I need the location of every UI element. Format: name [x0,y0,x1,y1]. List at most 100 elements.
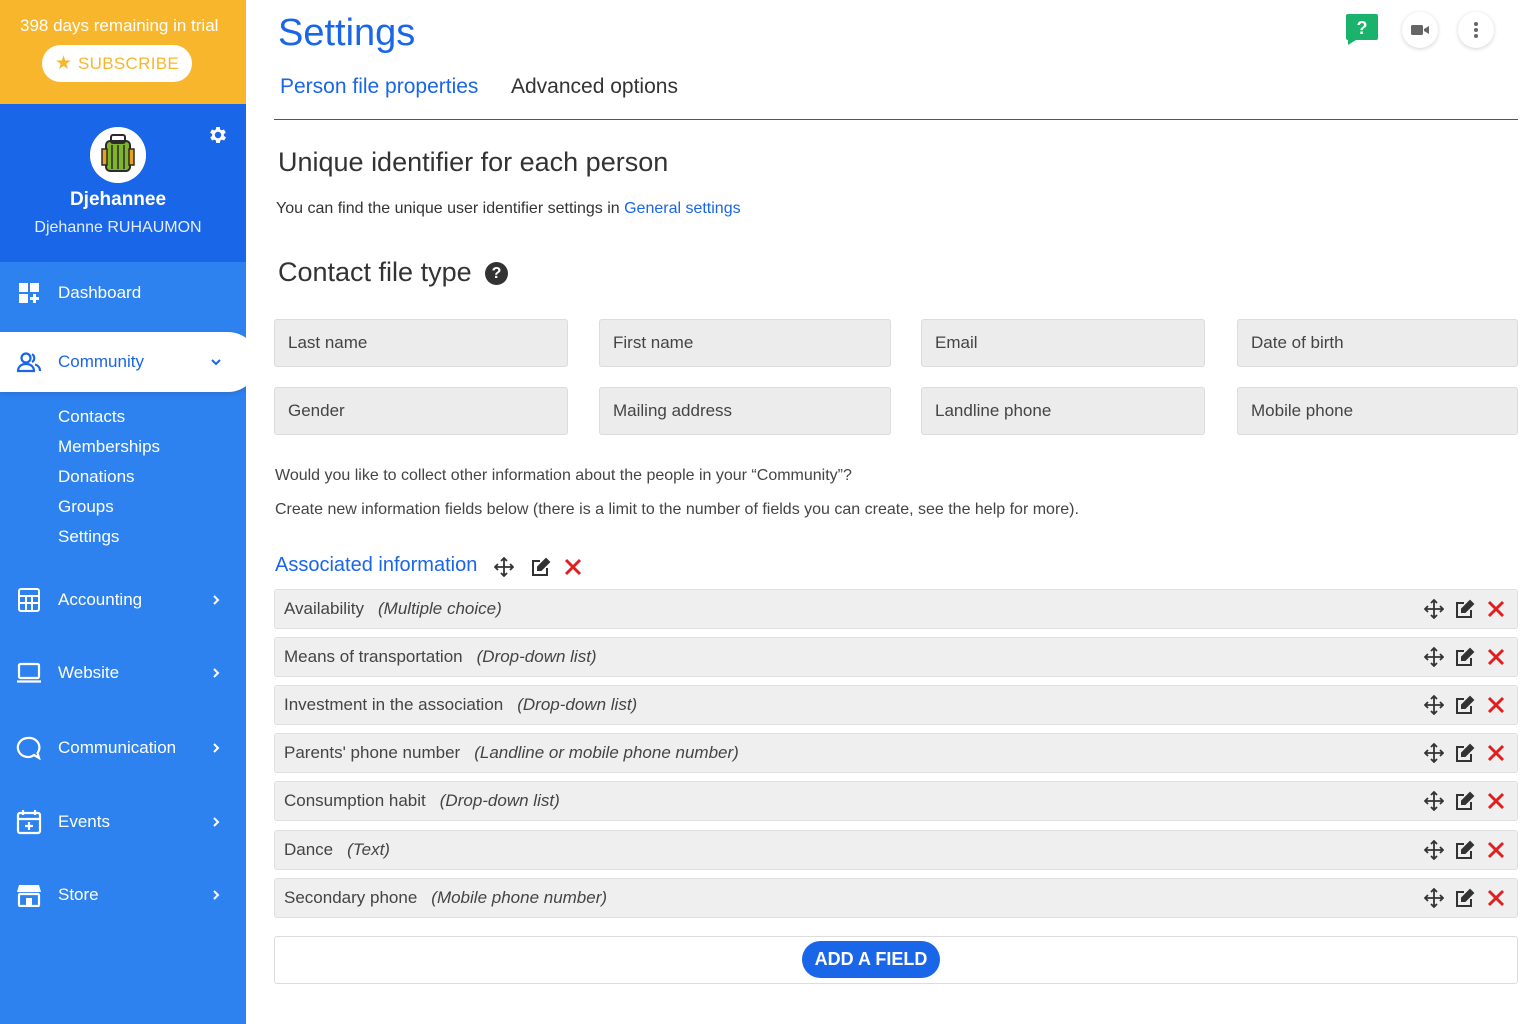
field-name: Secondary phone [284,888,418,907]
associated-field-row[interactable]: Investment in the association (Drop-down … [274,685,1518,725]
tab-advanced-options[interactable]: Advanced options [511,75,678,99]
delete-icon[interactable] [1485,646,1507,668]
field-type: (Mobile phone number) [431,888,608,907]
main-content: Settings ? Person file properties Advanc… [246,0,1536,1024]
star-icon: ★ [55,53,73,74]
nav-sub-groups[interactable]: Groups [58,497,114,517]
edit-icon[interactable] [1454,742,1476,764]
field-name: Consumption habit [284,791,426,810]
unique-id-description: You can find the unique user identifier … [276,200,741,218]
field-name: Investment in the association [284,695,504,714]
edit-icon[interactable] [1454,694,1476,716]
move-icon[interactable] [1423,839,1445,861]
move-icon[interactable] [1423,887,1445,909]
field-type: (Landline or mobile phone number) [474,743,739,762]
field-type: (Drop-down list) [517,695,638,714]
nav-communication[interactable]: Communication [0,718,246,778]
subscribe-label: SUBSCRIBE [78,53,179,73]
field-type: (Multiple choice) [378,599,502,618]
delete-icon[interactable] [1485,790,1507,812]
edit-icon[interactable] [1454,839,1476,861]
edit-icon[interactable] [1454,646,1476,668]
video-icon[interactable] [1402,12,1438,48]
nav-sub-donations[interactable]: Donations [58,467,135,487]
nav-label: Store [58,885,99,904]
move-icon[interactable] [1423,790,1445,812]
field-chip[interactable]: Mailing address [599,387,891,435]
website-icon [16,660,42,686]
unique-id-heading: Unique identifier for each person [278,147,669,177]
unique-id-desc-text: You can find the unique user identifier … [276,200,625,217]
associated-field-row[interactable]: Secondary phone (Mobile phone number) [274,878,1518,918]
edit-icon[interactable] [530,556,552,578]
row-actions [1423,790,1507,812]
field-chip[interactable]: Date of birth [1237,319,1518,367]
move-icon[interactable] [1423,742,1445,764]
nav-website[interactable]: Website [0,643,246,703]
edit-icon[interactable] [1454,887,1476,909]
field-chip[interactable]: Mobile phone [1237,387,1518,435]
associated-field-row[interactable]: Consumption habit (Drop-down list) [274,781,1518,821]
chevron-right-icon [209,888,223,902]
nav-dashboard[interactable]: Dashboard [0,263,246,323]
associated-field-row[interactable]: Availability (Multiple choice) [274,589,1518,629]
delete-icon[interactable] [1485,742,1507,764]
field-name: Parents' phone number [284,743,461,762]
edit-icon[interactable] [1454,598,1476,620]
move-icon[interactable] [1423,694,1445,716]
chevron-right-icon [209,815,223,829]
associated-field-row[interactable]: Dance (Text) [274,830,1518,870]
general-settings-link[interactable]: General settings [624,200,741,217]
gear-icon[interactable] [207,124,231,148]
help-icon[interactable]: ? [1344,12,1380,46]
nav-label: Accounting [58,590,143,609]
tab-divider [274,119,1518,120]
field-name: Availability [284,599,365,618]
delete-icon[interactable] [1485,598,1507,620]
add-field-button[interactable]: ADD A FIELD [802,941,940,978]
tab-person-file-properties[interactable]: Person file properties [280,75,478,99]
move-icon[interactable] [493,556,515,578]
nav-sub-settings[interactable]: Settings [58,527,119,547]
associated-field-row[interactable]: Means of transportation (Drop-down list) [274,637,1518,677]
delete-icon[interactable] [1485,694,1507,716]
row-actions [1423,646,1507,668]
row-actions [1423,742,1507,764]
associated-field-row[interactable]: Parents' phone number (Landline or mobile… [274,733,1518,773]
delete-icon[interactable] [1485,887,1507,909]
nav-sub-contacts[interactable]: Contacts [58,407,125,427]
row-actions [1423,887,1507,909]
more-icon[interactable] [1458,12,1494,48]
community-icon [16,349,42,375]
move-icon[interactable] [1423,598,1445,620]
trial-banner: 398 days remaining in trial ★ SUBSCRIBE [0,0,246,104]
chevron-right-icon [209,593,223,607]
nav-accounting[interactable]: Accounting [0,570,246,630]
delete-icon[interactable] [562,556,584,578]
edit-icon[interactable] [1454,790,1476,812]
field-chip[interactable]: First name [599,319,891,367]
field-chip[interactable]: Last name [274,319,568,367]
nav-events[interactable]: Events [0,792,246,852]
accounting-icon [16,587,42,613]
field-chip[interactable]: Landline phone [921,387,1205,435]
nav-label: Communication [58,738,177,757]
field-chip[interactable]: Gender [274,387,568,435]
subscribe-button[interactable]: ★ SUBSCRIBE [42,45,192,82]
nav-label: Dashboard [58,283,142,302]
delete-icon[interactable] [1485,839,1507,861]
move-icon[interactable] [1423,646,1445,668]
nav-community[interactable]: Community [0,332,258,392]
profile-name: Djehannee [69,189,167,210]
row-actions [1423,598,1507,620]
associated-info-title[interactable]: Associated information [275,554,477,577]
field-chip[interactable]: Email [921,319,1205,367]
field-type: (Text) [347,840,390,859]
chevron-down-icon [209,355,223,369]
field-type: (Drop-down list) [476,647,597,666]
chevron-right-icon [209,741,223,755]
nav-store[interactable]: Store [0,865,246,925]
help-circle-icon[interactable]: ? [485,262,508,285]
nav-sub-memberships[interactable]: Memberships [58,437,160,457]
avatar[interactable] [90,127,146,183]
